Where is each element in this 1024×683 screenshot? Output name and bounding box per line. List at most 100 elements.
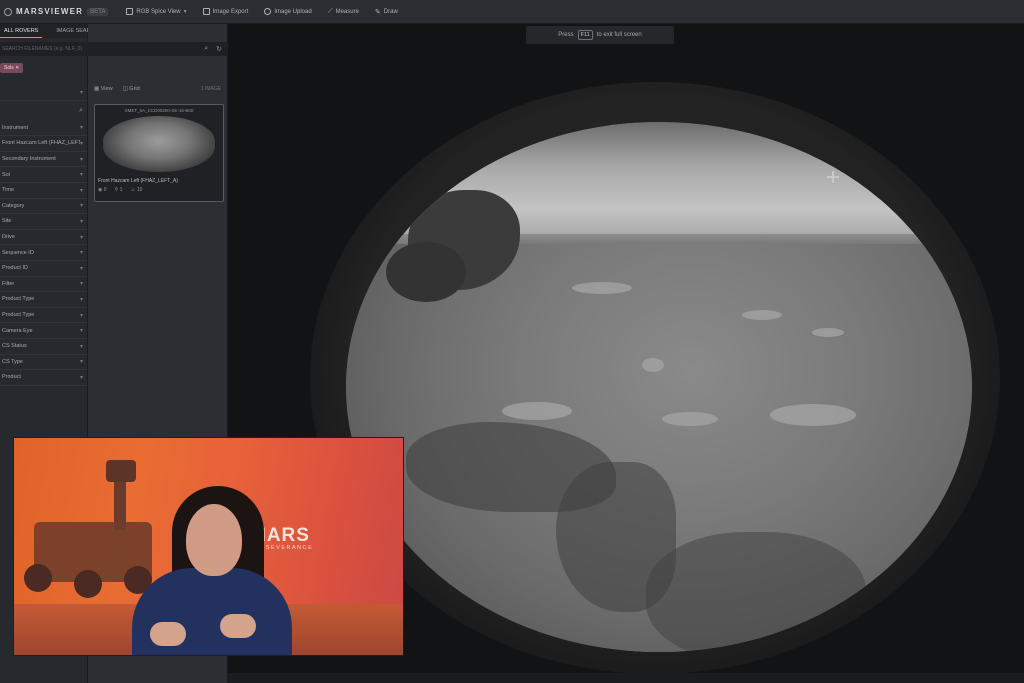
sidebar-row-label: Product ID — [2, 265, 28, 272]
status-strip — [228, 673, 1024, 683]
sidebar-row-label: CS Status — [2, 343, 27, 350]
rock — [502, 402, 572, 420]
chevron-down-icon: ▾ — [79, 359, 83, 366]
presenter-face — [186, 504, 242, 576]
sidebar-filter-row[interactable]: Site ▾ — [0, 214, 87, 230]
views-stat: ◉ 0 — [98, 187, 107, 193]
sidebar-row-label: Site — [2, 218, 12, 225]
toolbar-item-label: Measure — [335, 8, 359, 15]
hazcam-image[interactable] — [346, 122, 972, 652]
presenter-hand — [220, 614, 256, 638]
pencil-icon: ✎ — [374, 8, 381, 16]
active-filter-chip[interactable]: Sols ✕ — [0, 63, 24, 73]
thumbnail-filename: SMET_0A_CCD00200-SE-16-B00 — [124, 108, 194, 113]
toolbar-image-upload[interactable]: Image Upload — [256, 0, 319, 24]
sidebar-row-label: Sol — [2, 171, 10, 178]
toolbar-draw[interactable]: ✎ Draw — [367, 0, 406, 24]
toolbar-item-label: Draw — [383, 8, 398, 15]
sidebar-filter-row[interactable]: Product ID ▾ — [0, 261, 87, 277]
chevron-down-icon: ▾ — [79, 125, 83, 132]
sidebar-filter-row[interactable]: Instrument ▾ — [0, 121, 87, 137]
app-logo[interactable]: MARSVIEWER BETA — [0, 0, 118, 24]
sidebar-filter-row[interactable]: Category ▾ — [0, 199, 87, 215]
refresh-icon[interactable]: ↻ — [216, 45, 222, 53]
chevron-down-icon: ▾ — [79, 156, 83, 163]
tab-all-rovers[interactable]: ALL ROVERS — [0, 24, 43, 38]
ruler-icon: ⟋ — [327, 7, 333, 15]
sidebar-filter-row[interactable]: Filter ▾ — [0, 277, 87, 293]
sidebar-filter-row[interactable]: Sol ▾ — [0, 167, 87, 183]
eye-icon: ◉ — [98, 187, 103, 193]
toolbar-measure[interactable]: ⟋ Measure — [320, 0, 367, 24]
rock — [572, 282, 632, 294]
thumbnail-image[interactable] — [103, 116, 215, 172]
toolbar-rgb-spice-view[interactable]: RGB Spice View ▾ — [118, 0, 194, 24]
sidebar-row-label: Category — [2, 202, 25, 209]
chevron-down-icon: ▾ — [79, 218, 83, 225]
sidebar-filter-row[interactable]: Time ▾ — [0, 183, 87, 199]
sidebar-dropdown[interactable]: ▾ — [0, 85, 87, 101]
export-icon — [202, 8, 210, 15]
user-icon: ☺ — [130, 187, 136, 193]
toolbar-image-export[interactable]: Image Export — [195, 0, 257, 24]
toolbar-item-label: RGB Spice View — [136, 8, 181, 15]
search-input[interactable]: SEARCH FILENAMES (e.g. NLF_0) — [2, 46, 82, 52]
filename-search[interactable]: SEARCH FILENAMES (e.g. NLF_0) ⌕ ↻ — [0, 42, 228, 56]
view-grid-toggle[interactable]: ◫ Grid — [123, 86, 140, 92]
sidebar-row-label: Camera Eye — [2, 327, 33, 334]
thumbnail-stats: ◉ 0 ⚲ 1 ☺ 10 — [98, 187, 220, 193]
fullscreen-hint-post: to exit full screen — [596, 32, 642, 38]
sidebar-row-label: Product Type — [2, 312, 35, 319]
rock — [642, 358, 664, 372]
top-toolbar: MARSVIEWER BETA RGB Spice View ▾ Image E… — [0, 0, 1024, 24]
toolbar-item-label: Image Upload — [274, 8, 312, 15]
view-list-toggle[interactable]: ▦ View — [94, 86, 113, 92]
sidebar-filter-row[interactable]: Product Type ▾ — [0, 292, 87, 308]
sidebar-filter-row[interactable]: Front Hazcam Left (FHAZ_LEFT_A)▾ — [0, 136, 87, 152]
view-toggles: ▦ View ◫ Grid — [94, 86, 140, 92]
sidebar-filter-row[interactable]: Camera Eye ▾ — [0, 323, 87, 339]
close-icon[interactable]: ✕ — [15, 65, 19, 71]
sidebar-filter-row[interactable]: Product Type ▾ — [0, 308, 87, 324]
thumbnail-title: Front Hazcam Left (FHAZ_LEFT_A) — [98, 178, 179, 184]
sidebar-row-label: Instrument — [2, 124, 28, 131]
rock — [812, 328, 844, 337]
sidebar-filter-row[interactable]: CS Status ▾ — [0, 339, 87, 355]
sidebar-filter-row[interactable]: Sequence ID ▾ — [0, 245, 87, 261]
hazcam-image-frame — [310, 82, 1000, 674]
logo-mark-icon — [4, 7, 12, 16]
search-icon[interactable]: ⌕ — [79, 107, 83, 115]
rover-wheel — [74, 570, 102, 598]
users-count: 10 — [136, 187, 143, 193]
layers-icon — [126, 8, 134, 15]
app-logo-text: MARSVIEWER — [16, 7, 84, 16]
chevron-down-icon: ▾ — [79, 328, 83, 335]
pin-icon: ⚲ — [114, 187, 119, 193]
chevron-down-icon: ▾ — [79, 140, 83, 147]
sidebar-filter-row[interactable]: Secondary Instrument ▾ — [0, 152, 87, 168]
sidebar-tabs: ALL ROVERS IMAGE SEARCH — [0, 24, 99, 38]
chevron-down-icon: ▾ — [79, 172, 83, 179]
sidebar-filter-row[interactable]: CS Type ▾ — [0, 355, 87, 371]
pins-count: 1 — [119, 187, 123, 193]
sidebar-filter-row[interactable]: Drive ▾ — [0, 230, 87, 246]
view-label: View — [100, 86, 113, 92]
sidebar-filter-row[interactable]: Product ▾ — [0, 370, 87, 386]
sidebar-row-label: Product Type — [2, 296, 35, 303]
toolbar-item-label: Image Export — [212, 8, 249, 15]
search-icon[interactable]: ⌕ — [204, 45, 208, 53]
image-thumbnail-card[interactable]: SMET_0A_CCD00200-SE-16-B00 Front Hazcam … — [94, 104, 224, 202]
sidebar-row-label: Time — [2, 187, 15, 194]
chevron-down-icon: ▾ — [79, 203, 83, 210]
chevron-down-icon: ▾ — [79, 234, 83, 241]
crosshair-cursor-icon — [827, 171, 839, 183]
chevron-down-icon: ▾ — [79, 343, 83, 350]
upload-icon — [264, 8, 272, 15]
fullscreen-key: F11 — [577, 30, 593, 40]
rover-shadow — [646, 532, 866, 652]
pins-stat: ⚲ 1 — [115, 187, 123, 193]
views-count: 0 — [103, 187, 107, 193]
chevron-down-icon: ▾ — [79, 265, 83, 272]
users-stat: ☺ 10 — [130, 187, 142, 193]
rock — [770, 404, 856, 426]
